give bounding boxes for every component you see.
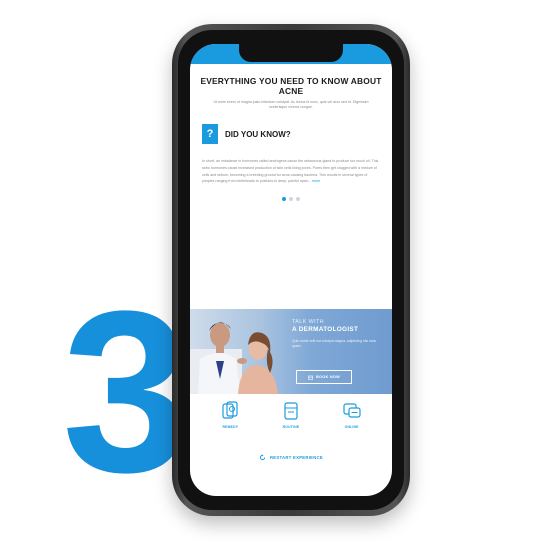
- book-now-button[interactable]: BOOK NOW: [296, 370, 352, 384]
- nav-item-online[interactable]: ONLINE: [330, 400, 374, 429]
- restart-experience-button[interactable]: RESTART EXPERIENCE: [190, 454, 392, 461]
- phone-mockup: EVERYTHING YOU NEED TO KNOW ABOUT ACNE U…: [172, 24, 410, 516]
- nav-item-remedy[interactable]: REMEDY: [208, 400, 252, 429]
- did-you-know-text: In short, an imbalance in hormones calle…: [202, 159, 379, 184]
- carousel-dots: [190, 197, 392, 202]
- cream-tube-icon: [222, 401, 238, 419]
- did-you-know-title: DID YOU KNOW?: [225, 129, 291, 139]
- more-link[interactable]: more: [312, 179, 320, 183]
- chat-icon: [343, 403, 361, 418]
- carousel-dot[interactable]: [289, 197, 293, 202]
- bottle-icon: [284, 402, 298, 420]
- did-you-know-header: ? DID YOU KNOW?: [202, 124, 392, 144]
- calendar-icon: [308, 375, 313, 380]
- bottom-nav: REMEDY ROUTINE ONLINE: [190, 400, 392, 429]
- banner-subtext: Quis morbi velit est volutpat magna, adi…: [292, 339, 377, 348]
- banner-line2: A DERMATOLOGIST: [292, 326, 359, 333]
- carousel-dot[interactable]: [282, 197, 286, 202]
- book-now-label: BOOK NOW: [315, 375, 341, 379]
- dermatologist-banner[interactable]: TALK WITH A DERMATOLOGIST Quis morbi vel…: [190, 309, 392, 394]
- phone-screen: EVERYTHING YOU NEED TO KNOW ABOUT ACNE U…: [190, 44, 392, 496]
- restart-icon: [259, 454, 266, 461]
- nav-item-routine[interactable]: ROUTINE: [269, 400, 313, 429]
- article-heading: EVERYTHING YOU NEED TO KNOW ABOUT ACNE: [200, 76, 382, 96]
- banner-line1: TALK WITH: [292, 319, 324, 325]
- banner-text: TALK WITH A DERMATOLOGIST Quis morbi vel…: [292, 319, 384, 349]
- carousel-dot[interactable]: [296, 197, 300, 202]
- nav-label: ONLINE: [344, 425, 359, 429]
- did-you-know-body: In short, an imbalance in hormones calle…: [202, 158, 380, 185]
- phone-notch: [239, 44, 343, 62]
- stage: 3 EVERYTHING YOU NEED TO KNOW ABOUT ACNE…: [0, 0, 554, 548]
- restart-label: RESTART EXPERIENCE: [269, 455, 324, 460]
- nav-label: REMEDY: [222, 425, 239, 429]
- article-subtext: Ut enim lorem ut magna justo interdum vo…: [213, 100, 369, 109]
- phone-bezel: EVERYTHING YOU NEED TO KNOW ABOUT ACNE U…: [178, 30, 404, 510]
- step-number-text: 3: [62, 286, 190, 486]
- dermatologist-photo: [190, 322, 278, 394]
- nav-label: ROUTINE: [282, 425, 300, 429]
- question-mark-icon: ?: [202, 124, 218, 144]
